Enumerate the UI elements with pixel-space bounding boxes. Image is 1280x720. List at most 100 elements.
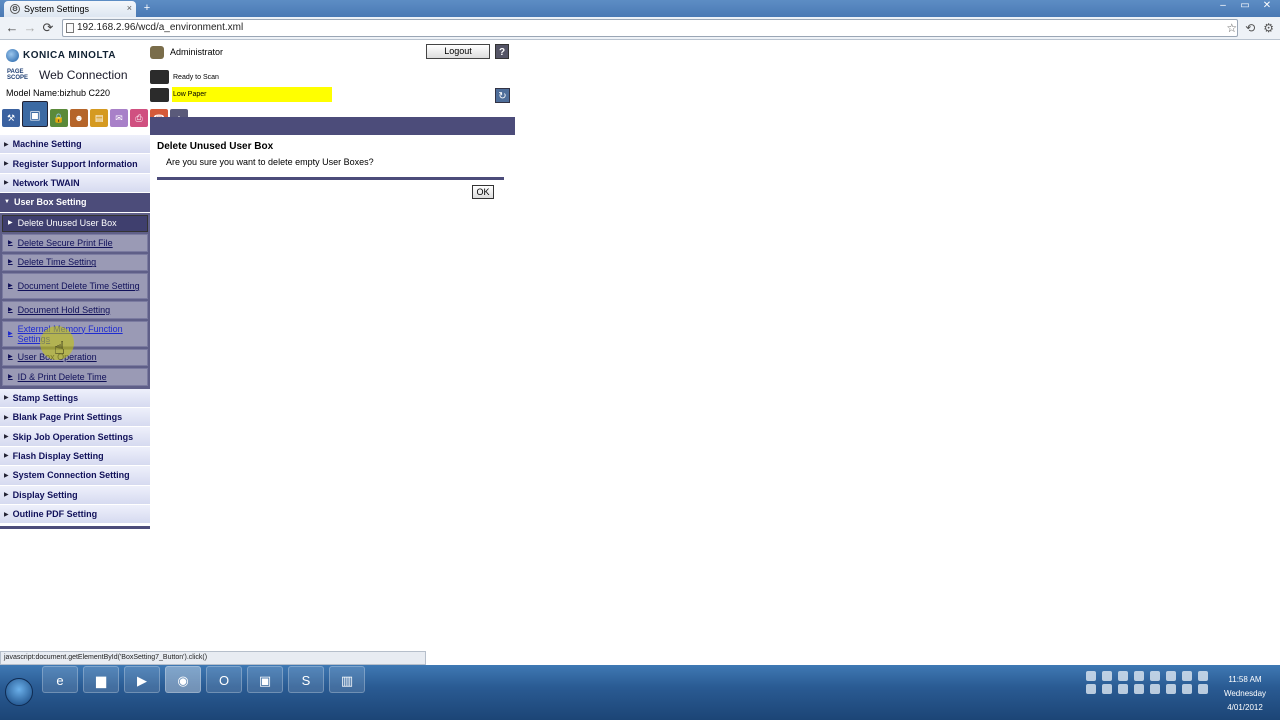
network-icon[interactable]: ▤ [90,109,108,127]
tab-title: System Settings [24,4,90,14]
triangle-right-icon: ▶ [4,492,9,499]
reload-button[interactable]: ⟳ [40,20,56,36]
maintenance-icon[interactable]: ⚒ [2,109,20,127]
extension-icon[interactable]: ⟲ [1245,21,1255,35]
submenu-item-label: Document Hold Setting [17,304,111,315]
submenu-item-id-print-delete-time[interactable]: ▶ ID & Print Delete Time [2,368,148,386]
sidebar-item-outline-pdf-setting[interactable]: ▶ Outline PDF Setting [0,504,150,525]
tray-icon[interactable] [1118,671,1128,681]
triangle-right-icon: ▶ [4,472,9,479]
tray-icon[interactable] [1198,671,1208,681]
tray-icon[interactable] [1118,684,1128,694]
close-window-button[interactable]: ✕ [1258,0,1276,11]
submenu-item-label: Delete Secure Print File [17,237,113,248]
tray-icon[interactable] [1086,684,1096,694]
submenu-item-label: External Memory Function Settings [17,323,123,344]
tray-icon[interactable] [1166,684,1176,694]
tray-icon[interactable] [1166,671,1176,681]
triangle-right-icon: ▶ [4,434,9,441]
help-button[interactable]: ? [495,44,509,59]
taskbar-clock[interactable]: 11:58 AM Wednesday 4/01/2012 [1214,673,1276,715]
system-tray [1086,671,1211,694]
sidebar-item-system-connection-setting[interactable]: ▶ System Connection Setting [0,466,150,486]
submenu-item-label: ID & Print Delete Time [17,371,107,382]
toolbar-right-icons: ☆ ⟲ ⚙ [1226,21,1274,35]
chrome-icon[interactable]: ◉ [165,666,201,693]
sidebar-item-flash-display-setting[interactable]: ▶ Flash Display Setting [0,446,150,467]
low-paper-status: Low Paper [172,87,332,102]
submenu-item-user-box-operation[interactable]: ▶User Box Operation [2,348,148,367]
refresh-button[interactable]: ↻ [495,88,510,103]
sidebar-item-machine-setting[interactable]: ▶ Machine Setting [0,135,150,155]
internet-explorer-icon[interactable]: e [42,666,78,693]
back-button[interactable]: ← [4,20,20,36]
print-setting-icon[interactable]: ⎙ [130,109,148,127]
submenu-item-document-hold-setting[interactable]: ▶ Document Hold Setting [2,301,148,319]
minimize-button[interactable]: – [1214,0,1232,11]
sidebar-item-skip-job-operation-settings[interactable]: ▶ Skip Job Operation Settings [0,427,150,447]
system-settings-icon[interactable]: ▣ [22,101,48,127]
sidebar-item-stamp-settings[interactable]: ▶ Stamp Settings [0,388,150,408]
tray-icon[interactable] [1134,684,1144,694]
sidebar-item-register-support-information[interactable]: ▶ Register Support Information [0,154,150,174]
tab-close-icon[interactable]: × [127,3,132,13]
browser-tab[interactable]: ⚙ System Settings × [4,1,136,17]
user-name: Administrator [170,47,224,57]
file-explorer-icon[interactable]: ▆ [83,666,119,693]
status-ready-text: Ready to Scan [173,73,219,81]
maximize-button[interactable]: ▭ [1236,0,1254,11]
web-page: KONICA MINOLTA PAGE SCOPE Web Connection… [0,41,1280,651]
wrench-menu-icon[interactable]: ⚙ [1263,21,1274,35]
tray-icon[interactable] [1198,684,1208,694]
address-bar[interactable]: 192.168.2.96/wcd/a_environment.xml [62,19,1238,37]
tray-icon[interactable] [1182,684,1192,694]
triangle-right-icon: ▶ [8,354,13,361]
submenu-item-delete-unused-user-box[interactable]: ▶ Delete Unused User Box [2,214,148,233]
media-player-icon[interactable]: ▶ [124,666,160,693]
triangle-right-icon: ▶ [8,306,13,313]
submenu-item-document-delete-time-setting[interactable]: ▶ Document Delete Time Setting [2,273,148,300]
submenu-item-delete-secure-print-file[interactable]: ▶ Delete Secure Print File [2,234,148,252]
user-box-submenu: ▶ Delete Unused User Box ▶ Delete Secure Pr… [0,212,150,389]
device-status-paper: Low Paper [150,87,332,102]
sidebar-item-user-box-setting[interactable]: ▼ User Box Setting [0,193,150,213]
scanner-icon [150,70,169,84]
sidebar-item-display-setting[interactable]: ▶ Display Setting [0,485,150,505]
skype-icon[interactable]: S [288,666,324,693]
app-window-icon[interactable]: ▣ [247,666,283,693]
sidebar-item-label: Flash Display Setting [12,450,104,461]
sidebar-item-blank-page-print-settings[interactable]: ▶ Blank Page Print Settings [0,407,150,428]
triangle-right-icon: ▶ [8,259,13,266]
printer-app-icon[interactable]: ▥ [329,666,365,693]
triangle-right-icon: ▶ [8,239,13,246]
tray-icon[interactable] [1134,671,1144,681]
tray-icon[interactable] [1102,671,1112,681]
sidebar-item-network-twain[interactable]: ▶ Network TWAIN [0,173,150,194]
settings-sidebar: ▶ Machine Setting ▶ Register Support Inform… [0,135,150,530]
outlook-icon[interactable]: O [206,666,242,693]
submenu-item-external-memory-function-settings[interactable]: ▶ External Memory Function Settings [2,320,148,347]
browser-status-bar: javascript:document.getElementById('BoxS… [0,651,426,665]
triangle-right-icon: ▶ [8,220,13,227]
sidebar-item-label: Skip Job Operation Settings [12,431,134,442]
ok-button[interactable]: OK [472,185,494,199]
new-tab-button[interactable]: + [140,2,154,14]
tray-icon[interactable] [1150,671,1160,681]
browser-tab-bar: ⚙ System Settings × + – ▭ ✕ [0,0,1280,17]
hand-cursor-icon: ☝ [54,338,65,358]
security-icon[interactable]: 🔒 [50,109,68,127]
tray-icon[interactable] [1182,671,1192,681]
tray-icon[interactable] [1086,671,1096,681]
tray-icon[interactable] [1102,684,1112,694]
tray-icon[interactable] [1150,684,1160,694]
box-icon[interactable]: ✉ [110,109,128,127]
sidebar-item-label: Outline PDF Setting [12,509,98,520]
logout-button[interactable]: Logout [426,44,490,59]
start-button[interactable] [5,678,33,706]
submenu-item-delete-time-setting[interactable]: ▶ Delete Time Setting [2,253,148,272]
forward-button[interactable]: → [22,20,38,36]
triangle-right-icon: ▶ [4,453,9,460]
bookmark-star-icon[interactable]: ☆ [1226,21,1237,35]
tab-favicon-icon: ⚙ [10,4,20,14]
user-auth-icon[interactable]: ☻ [70,109,88,127]
